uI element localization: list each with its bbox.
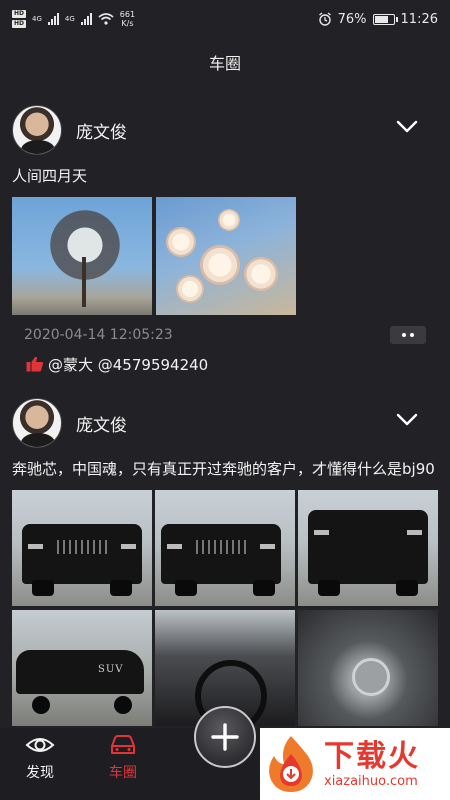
thumbs-up-icon	[26, 356, 44, 372]
sim1-label: HD	[12, 10, 27, 18]
add-post-button[interactable]	[194, 706, 256, 768]
suv-badge-text: SUV	[98, 664, 124, 675]
avatar[interactable]	[12, 398, 62, 448]
post-text: 奔驰芯，中国魂，只有真正开过奔驰的客户，才懂得什么是bj90	[12, 460, 435, 478]
post-images: SUV	[0, 490, 450, 726]
battery-icon	[372, 13, 398, 25]
network-speed: 661 K/s	[120, 10, 135, 28]
nav-car-circle-label: 车圈	[109, 765, 137, 781]
post-image[interactable]	[298, 610, 438, 726]
wifi-icon	[98, 13, 114, 25]
nav-discover-label: 发现	[26, 765, 54, 781]
status-bar: HD HD 4G 4G 661 K/s 76% 11:26	[0, 0, 450, 34]
post-date: 2020-04-14 12:05:23	[24, 327, 173, 343]
likes-names[interactable]: @蒙大 @4579594240	[48, 354, 208, 375]
post-image[interactable]	[12, 490, 152, 606]
post-header: 庞文俊	[0, 100, 450, 160]
page-title: 车圈	[208, 54, 241, 73]
likes-row: @蒙大 @4579594240	[0, 353, 450, 375]
network-1-label: 4G	[32, 15, 42, 23]
post-image[interactable]	[155, 490, 295, 606]
fire-logo-icon	[269, 736, 313, 792]
post-author[interactable]: 庞文俊	[76, 411, 127, 436]
more-button[interactable]	[390, 326, 426, 344]
chevron-down-icon[interactable]	[396, 413, 418, 427]
post-image[interactable]	[156, 197, 296, 315]
feed[interactable]: 庞文俊 人间四月天 2020-04-14 12:05:23 @蒙大 @45795…	[0, 100, 450, 730]
signal-1-icon	[47, 13, 59, 25]
alarm-icon	[318, 12, 331, 26]
watermark-sub: xiazaihuo.com	[324, 774, 418, 789]
nav-discover[interactable]: 发现	[10, 734, 70, 782]
watermark-main: 下载火	[324, 739, 420, 774]
post-image[interactable]: SUV	[12, 610, 152, 726]
signal-2-icon	[80, 13, 92, 25]
post-author[interactable]: 庞文俊	[76, 118, 127, 143]
sim2-label: HD	[12, 20, 27, 28]
speed-value: 661	[119, 10, 136, 19]
network-2-label: 4G	[64, 15, 75, 23]
post-meta: 2020-04-14 12:05:23	[0, 325, 450, 345]
eye-icon	[25, 738, 55, 752]
bottom-nav: 发现 车圈 下载火 xiazaihuo.com	[0, 706, 450, 800]
post-images	[0, 197, 450, 315]
battery-percent: 76%	[337, 11, 367, 27]
plus-icon	[211, 723, 239, 751]
nav-car-circle[interactable]: 车圈	[93, 734, 153, 782]
post-card: 庞文俊 人间四月天 2020-04-14 12:05:23 @蒙大 @45795…	[0, 100, 450, 375]
post-image[interactable]	[12, 197, 152, 315]
speed-unit: K/s	[121, 19, 134, 28]
avatar[interactable]	[12, 105, 62, 155]
post-image[interactable]	[298, 490, 438, 606]
post-card: 庞文俊 奔驰芯，中国魂，只有真正开过奔驰的客户，才懂得什么是bj90 SUV	[0, 393, 450, 726]
sim-indicator: HD HD	[12, 10, 27, 28]
post-header: 庞文俊	[0, 393, 450, 453]
clock: 11:26	[400, 11, 438, 27]
post-text: 人间四月天	[12, 167, 88, 185]
car-icon	[111, 735, 135, 754]
watermark: 下载火 xiazaihuo.com	[260, 728, 450, 800]
chevron-down-icon[interactable]	[396, 120, 418, 134]
